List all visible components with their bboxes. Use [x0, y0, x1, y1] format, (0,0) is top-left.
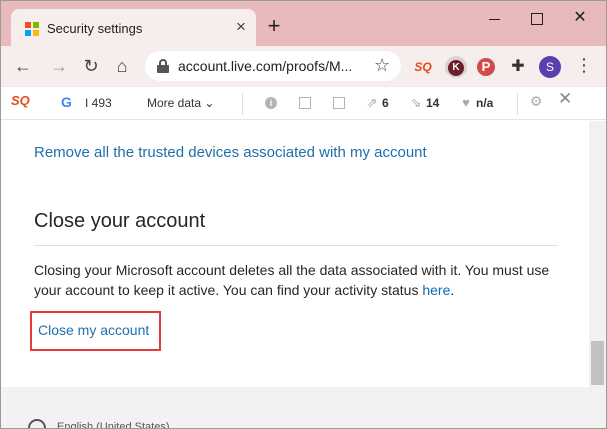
k-extension-icon[interactable]: K	[445, 56, 467, 78]
gear-icon[interactable]: ⚙	[529, 94, 543, 108]
home-icon[interactable]: ⌂	[110, 54, 134, 78]
bookmark-star-icon[interactable]: ☆	[374, 55, 390, 76]
url-text[interactable]: account.live.com/proofs/M...	[178, 58, 352, 74]
browser-toolbar: ← → ↻ ⌂ account.live.com/proofs/M... ☆ S…	[1, 46, 606, 86]
minimize-button[interactable]	[481, 9, 507, 29]
external-link-icon: ⇗	[366, 95, 378, 110]
report-icon[interactable]	[333, 97, 345, 109]
address-bar[interactable]: account.live.com/proofs/M... ☆	[145, 51, 401, 81]
screen-icon[interactable]	[299, 97, 311, 109]
lock-icon[interactable]	[157, 59, 169, 73]
profile-avatar[interactable]: S	[539, 56, 561, 78]
google-index-count[interactable]: I 493	[85, 96, 112, 110]
rank-value[interactable]: n/a	[476, 96, 493, 110]
close-account-description: Closing your Microsoft account deletes a…	[34, 260, 564, 300]
pinterest-extension-icon[interactable]: P	[475, 56, 497, 78]
k-extension-letter: K	[448, 60, 464, 76]
close-account-highlight: Close my account	[30, 311, 161, 351]
section-divider	[34, 245, 558, 246]
scrollbar[interactable]	[589, 121, 606, 428]
tab-close-icon[interactable]: ×	[232, 18, 250, 36]
activity-here-link[interactable]: here	[422, 282, 450, 298]
info-icon[interactable]: i	[265, 97, 277, 109]
description-text: Closing your Microsoft account deletes a…	[34, 262, 550, 298]
language-selector[interactable]: English (United States)	[57, 421, 170, 428]
scrollbar-thumb[interactable]	[591, 341, 604, 385]
close-account-heading: Close your account	[34, 210, 206, 232]
tab-security-settings[interactable]: Security settings ×	[11, 9, 256, 46]
page-footer: English (United States)	[1, 387, 589, 428]
description-period: .	[450, 282, 455, 298]
close-my-account-link[interactable]: Close my account	[38, 322, 149, 338]
seoquake-logo[interactable]: SQ	[11, 93, 30, 108]
tab-title: Security settings	[47, 21, 143, 36]
reload-icon[interactable]: ↻	[79, 54, 103, 78]
remove-trusted-devices-link[interactable]: Remove all the trusted devices associate…	[34, 144, 427, 161]
microsoft-logo-icon	[25, 22, 39, 36]
forward-arrow-icon[interactable]: →	[47, 54, 71, 78]
tab-strip: Security settings × + ✕	[1, 1, 606, 46]
browser-menu-icon[interactable]: ⋮	[575, 55, 593, 75]
seobar-divider	[517, 93, 518, 115]
new-tab-button[interactable]: +	[263, 15, 285, 38]
close-icon[interactable]: ✕	[558, 90, 572, 107]
page-content: Remove all the trusted devices associate…	[1, 121, 589, 428]
heartbeat-icon: ♥	[462, 95, 470, 110]
settings-card: Remove all the trusted devices associate…	[5, 121, 587, 387]
back-arrow-icon[interactable]: ←	[11, 54, 35, 78]
globe-icon[interactable]	[28, 419, 46, 428]
internal-links-count[interactable]: 14	[426, 96, 439, 110]
google-icon: G	[61, 94, 72, 110]
external-links-count[interactable]: 6	[382, 96, 389, 110]
extensions-puzzle-icon[interactable]: ✚	[507, 56, 529, 78]
more-data-dropdown[interactable]: More data ⌄	[147, 96, 214, 110]
internal-link-icon: ⇘	[410, 95, 422, 110]
window-close-button[interactable]: ✕	[567, 9, 593, 29]
seoquake-bar: SQ G I 493 More data ⌄ i ⇗ 6 ⇘ 14 ♥ n/a …	[1, 86, 606, 120]
seobar-divider	[242, 93, 243, 115]
seoquake-extension-icon[interactable]: SQ	[411, 56, 435, 78]
maximize-button[interactable]	[523, 9, 549, 29]
browser-window: Security settings × + ✕ ← → ↻ ⌂ account.…	[0, 0, 607, 429]
